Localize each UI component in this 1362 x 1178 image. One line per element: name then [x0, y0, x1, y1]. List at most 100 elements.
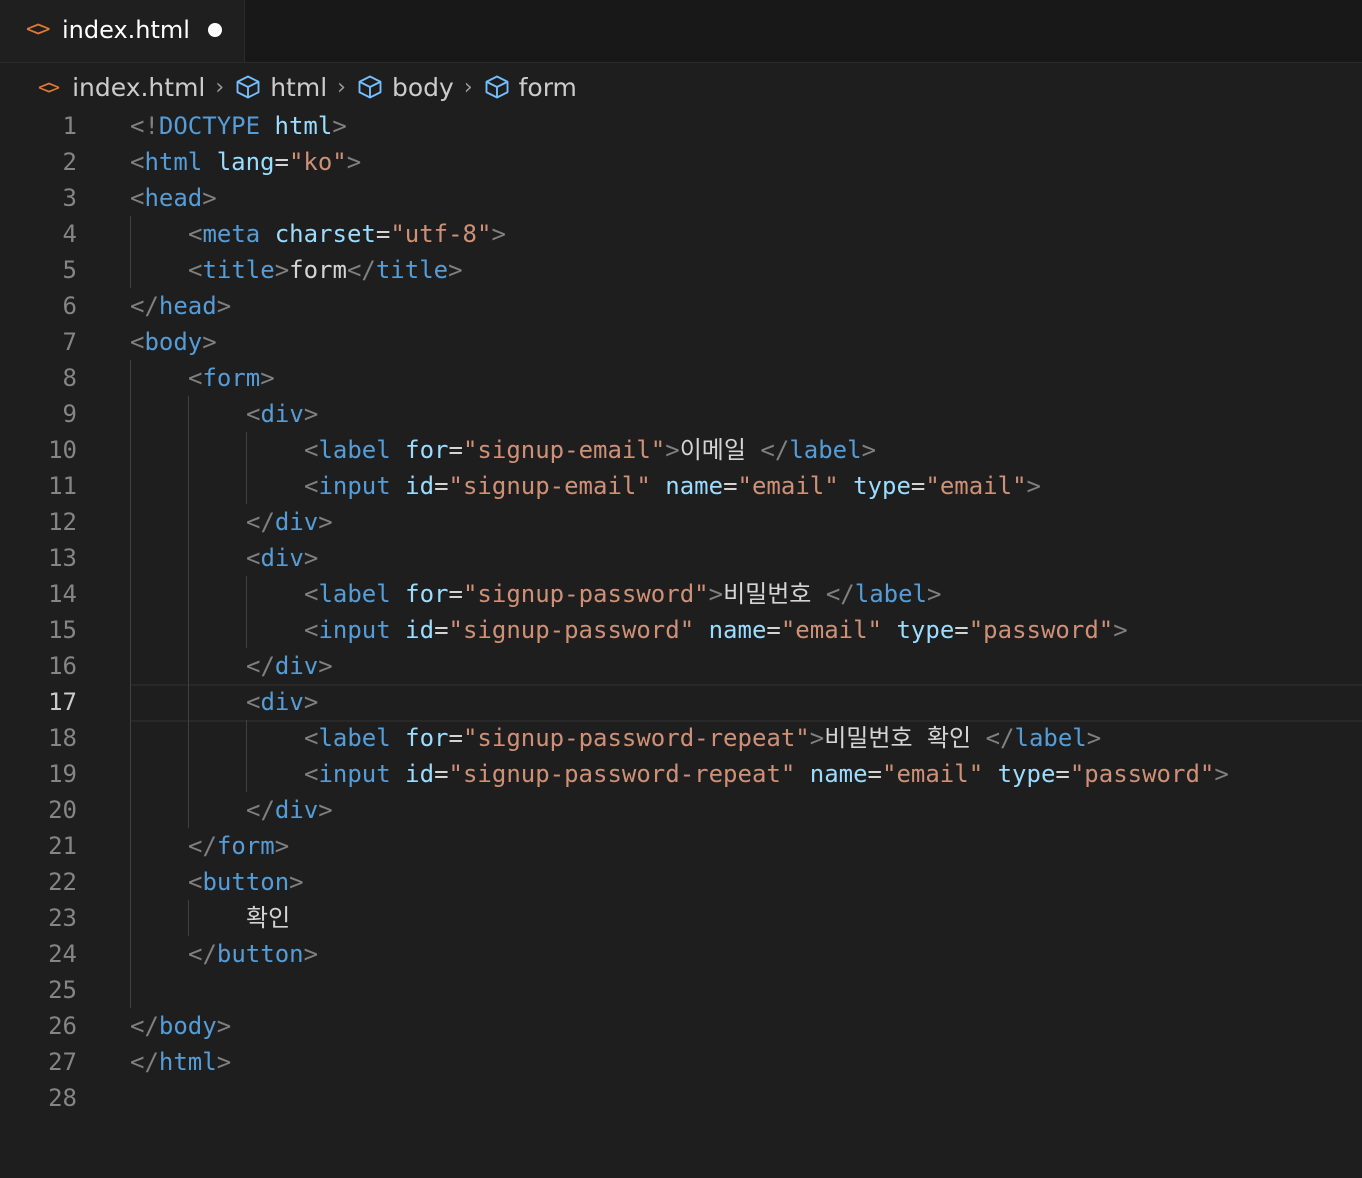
- code-token: for: [405, 436, 449, 464]
- line-code: </body>: [130, 1008, 231, 1044]
- breadcrumb-item-file[interactable]: index.html: [72, 73, 205, 102]
- line-code: </div>: [246, 792, 333, 828]
- code-token: "signup-password-repeat": [462, 724, 810, 752]
- code-token: label: [854, 580, 927, 608]
- code-line[interactable]: 16 </div>: [0, 648, 1362, 684]
- line-code: <label for="signup-password-repeat">비밀번호…: [304, 720, 1101, 756]
- code-line[interactable]: 5 <title>form</title>: [0, 252, 1362, 288]
- unsaved-dot-icon[interactable]: [208, 23, 222, 37]
- code-token: form: [289, 256, 347, 284]
- code-token: </: [130, 1012, 159, 1040]
- breadcrumb-item-body[interactable]: body: [392, 73, 454, 102]
- code-line[interactable]: 9 <div>: [0, 396, 1362, 432]
- code-line[interactable]: 3 <head>: [0, 180, 1362, 216]
- code-line[interactable]: 21 </form>: [0, 828, 1362, 864]
- code-token: >: [1026, 472, 1041, 500]
- code-line[interactable]: 22 <button>: [0, 864, 1362, 900]
- code-editor[interactable]: 1 <!DOCTYPE html> 2 <html lang="ko"> 3 <head>…: [0, 108, 1362, 1178]
- code-line[interactable]: 17 <div>: [0, 684, 1362, 720]
- code-token: </: [760, 436, 790, 464]
- code-line[interactable]: 2 <html lang="ko">: [0, 144, 1362, 180]
- line-code: 확인: [246, 900, 290, 936]
- code-token: >: [861, 436, 877, 464]
- code-token: <: [304, 436, 319, 464]
- code-token: </: [246, 508, 275, 536]
- code-token: 비밀번호: [723, 580, 826, 608]
- breadcrumb-item-html[interactable]: html: [270, 73, 327, 102]
- code-token: >: [303, 544, 319, 572]
- code-line[interactable]: 1 <!DOCTYPE html>: [0, 108, 1362, 144]
- breadcrumb-item-form[interactable]: form: [519, 73, 577, 102]
- line-number: 19: [48, 760, 77, 788]
- code-token: =: [867, 760, 882, 788]
- code-token: for: [405, 724, 449, 752]
- code-token: "password": [1069, 760, 1215, 788]
- code-line[interactable]: 7 <body>: [0, 324, 1362, 360]
- code-token: >: [346, 148, 362, 176]
- code-token: html: [144, 148, 203, 176]
- code-token: 이메일: [679, 436, 761, 464]
- code-line[interactable]: 24 </button>: [0, 936, 1362, 972]
- code-token: =: [434, 616, 449, 644]
- code-line[interactable]: 23 확인: [0, 900, 1362, 936]
- line-code: <meta charset="utf-8">: [188, 216, 506, 252]
- code-token: body: [158, 1012, 217, 1040]
- code-token: <: [246, 400, 261, 428]
- line-code: <div>: [246, 540, 318, 576]
- code-token: </: [130, 1048, 159, 1076]
- code-line[interactable]: 15 <input id="signup-password" name="emai…: [0, 612, 1362, 648]
- code-token: label: [318, 724, 391, 752]
- line-code: <input id="signup-email" name="email" ty…: [304, 468, 1041, 504]
- code-token: </: [246, 652, 275, 680]
- code-token: type: [997, 760, 1056, 788]
- tab-bar: <> index.html: [0, 0, 1362, 63]
- code-token: <: [188, 868, 203, 896]
- code-line[interactable]: 20 </div>: [0, 792, 1362, 828]
- line-number: 20: [48, 796, 77, 824]
- code-token: =: [910, 472, 926, 500]
- code-token: div: [260, 544, 304, 572]
- code-token: =: [1055, 760, 1070, 788]
- code-line[interactable]: 19 <input id="signup-password-repeat" nam…: [0, 756, 1362, 792]
- code-token: >: [216, 1048, 232, 1076]
- code-token: >: [289, 868, 304, 896]
- code-line[interactable]: 6 </head>: [0, 288, 1362, 324]
- code-token: </: [130, 292, 159, 320]
- code-line[interactable]: 27 </html>: [0, 1044, 1362, 1080]
- code-line[interactable]: 8 <form>: [0, 360, 1362, 396]
- line-code: <html lang="ko">: [130, 144, 361, 180]
- code-line[interactable]: 12 </div>: [0, 504, 1362, 540]
- line-number: 21: [48, 832, 77, 860]
- code-line[interactable]: 10 <label for="signup-email">이메일 </label>: [0, 432, 1362, 468]
- code-token: >: [274, 256, 290, 284]
- code-token: <: [304, 760, 319, 788]
- code-token: >: [491, 220, 506, 248]
- code-line[interactable]: 18 <label for="signup-password-repeat">비밀…: [0, 720, 1362, 756]
- code-line[interactable]: 28: [0, 1080, 1362, 1116]
- line-code: <div>: [246, 684, 318, 720]
- line-number: 23: [48, 904, 77, 932]
- code-token: =: [448, 436, 463, 464]
- code-token: "email": [925, 472, 1027, 500]
- code-token: >: [332, 112, 347, 140]
- code-token: head: [144, 184, 203, 212]
- code-token: =: [375, 220, 391, 248]
- editor-tab[interactable]: <> index.html: [0, 0, 245, 62]
- code-line[interactable]: 11 <input id="signup-email" name="email" …: [0, 468, 1362, 504]
- line-code: <form>: [188, 360, 275, 396]
- code-token: >: [202, 328, 217, 356]
- code-line[interactable]: 25: [0, 972, 1362, 1008]
- code-token: meta: [202, 220, 261, 248]
- code-line[interactable]: 14 <label for="signup-password">비밀번호 </la…: [0, 576, 1362, 612]
- code-line[interactable]: 4 <meta charset="utf-8">: [0, 216, 1362, 252]
- code-line[interactable]: 13 <div>: [0, 540, 1362, 576]
- code-token: "signup-email": [448, 472, 651, 500]
- code-line[interactable]: 26 </body>: [0, 1008, 1362, 1044]
